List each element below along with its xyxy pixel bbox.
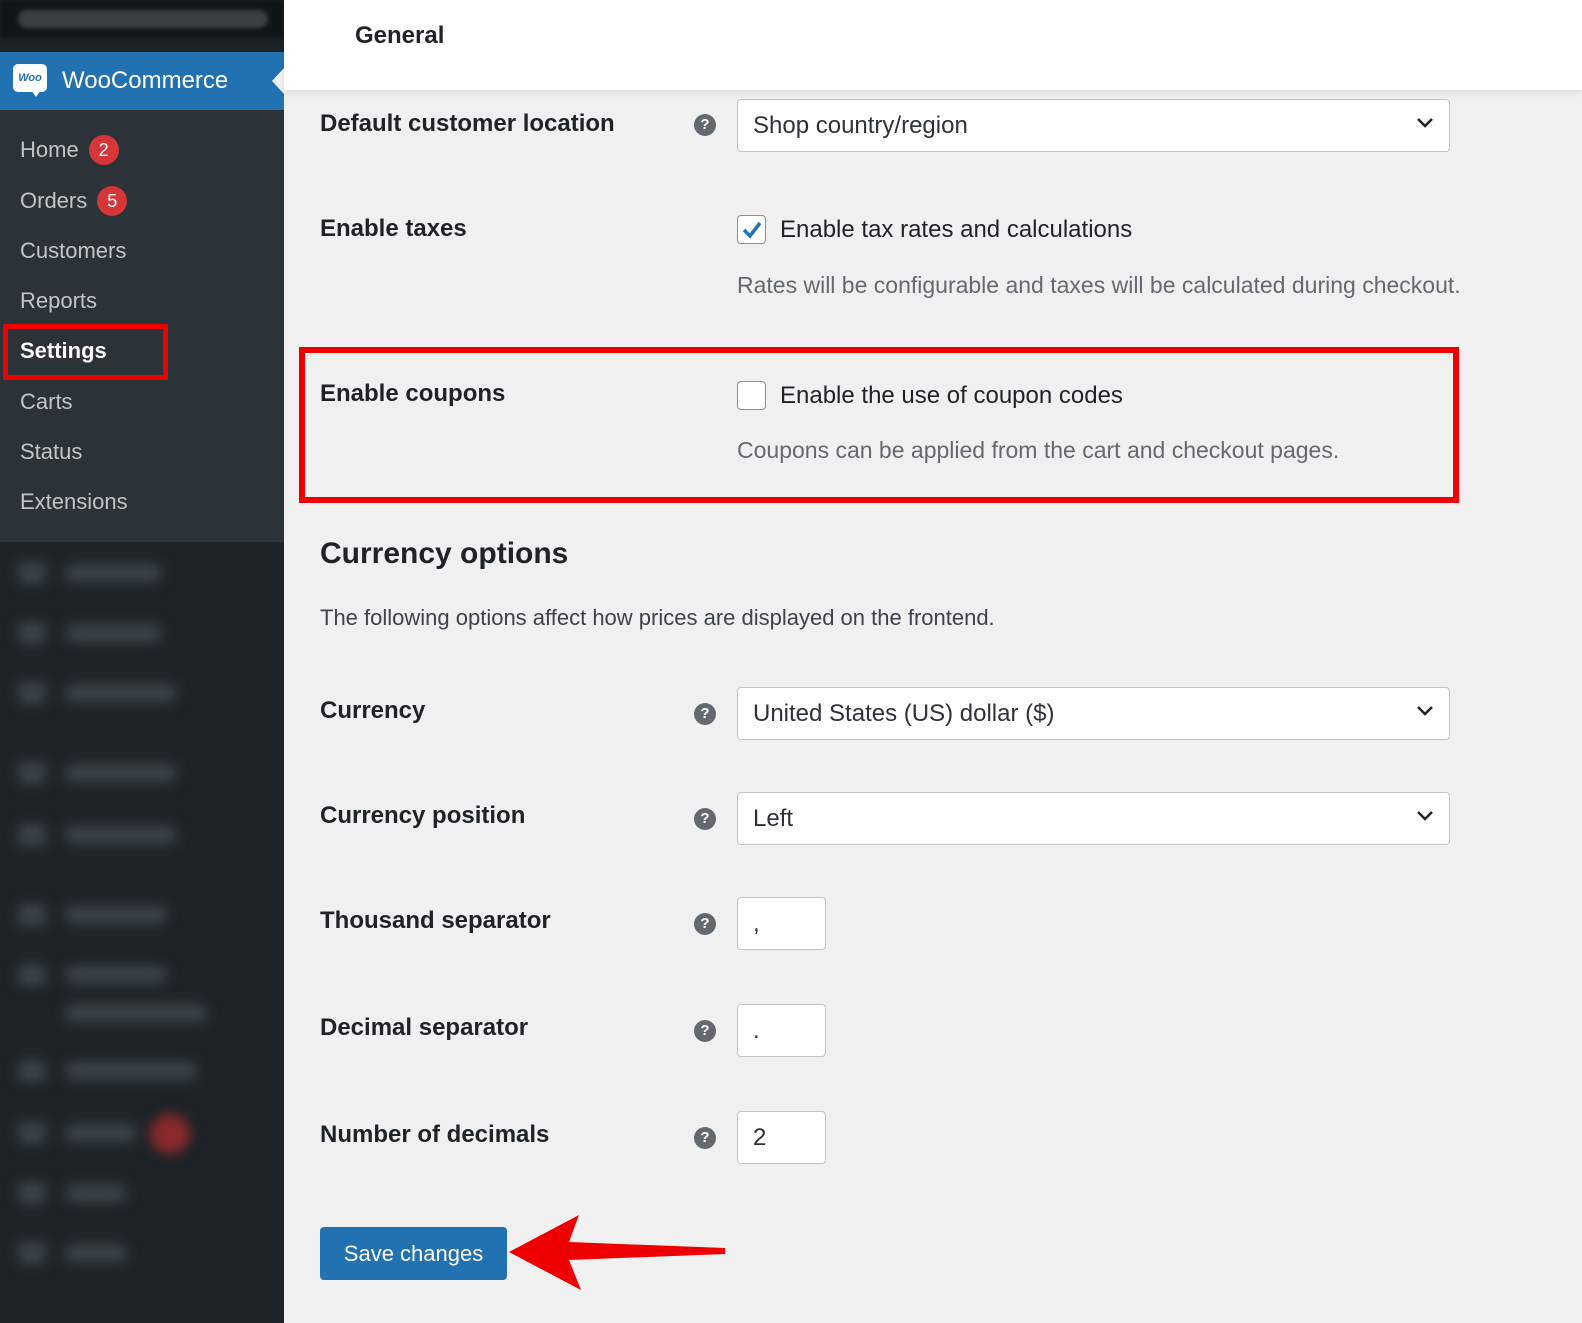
currency-label: Currency	[320, 697, 426, 724]
currency-options-description: The following options affect how prices …	[320, 605, 995, 630]
woocommerce-title: WooCommerce	[62, 67, 229, 94]
page-title: General	[355, 22, 445, 49]
help-icon[interactable]: ?	[694, 114, 716, 136]
currency-select[interactable]: United States (US) dollar ($)	[737, 687, 1450, 740]
help-icon[interactable]: ?	[694, 913, 716, 935]
thousand-separator-input[interactable]: ,	[737, 897, 826, 950]
sidebar-item-reports[interactable]: Reports	[20, 286, 97, 316]
sidebar-item-extensions[interactable]: Extensions	[20, 487, 128, 517]
currency-position-select[interactable]: Left	[737, 792, 1450, 845]
currency-position-value: Left	[753, 805, 794, 832]
settings-highlight-box	[3, 324, 168, 380]
help-icon[interactable]: ?	[694, 1127, 716, 1149]
save-changes-button[interactable]: Save changes	[320, 1227, 507, 1280]
decimal-separator-label: Decimal separator	[320, 1014, 529, 1041]
enable-coupons-checkbox[interactable]	[737, 381, 766, 410]
chevron-down-icon	[1417, 706, 1433, 716]
sidebar-item-customers[interactable]: Customers	[20, 236, 126, 266]
currency-position-label: Currency position	[320, 802, 526, 829]
current-menu-pointer-icon	[272, 68, 284, 94]
blurred-admin-menu	[0, 542, 284, 1323]
sidebar-item-status[interactable]: Status	[20, 437, 82, 467]
woo-logo-icon: Woo	[13, 64, 47, 97]
help-icon[interactable]: ?	[694, 703, 716, 725]
woocommerce-menu-header[interactable]: Woo WooCommerce	[0, 52, 284, 110]
admin-sidebar: Woo WooCommerce Home 2 Orders 5 Customers …	[0, 0, 284, 1323]
blurred-top-bar	[0, 0, 284, 38]
enable-coupons-label: Enable coupons	[320, 380, 506, 407]
coupons-highlight-box	[299, 347, 1459, 503]
currency-value: United States (US) dollar ($)	[753, 700, 1055, 727]
sidebar-item-orders[interactable]: Orders 5	[20, 186, 128, 216]
help-icon[interactable]: ?	[694, 808, 716, 830]
chevron-down-icon	[1417, 811, 1433, 821]
enable-taxes-description: Rates will be configurable and taxes wil…	[737, 272, 1461, 298]
decimal-separator-input[interactable]: .	[737, 1004, 826, 1057]
page-header: General	[284, 0, 1582, 90]
number-of-decimals-input[interactable]: 2	[737, 1111, 826, 1164]
default-location-label: Default customer location	[320, 110, 615, 137]
thousand-separator-label: Thousand separator	[320, 907, 551, 934]
home-count-badge: 2	[88, 135, 119, 165]
checkmark-icon	[742, 221, 762, 239]
red-arrow-annotation	[509, 1215, 725, 1290]
default-location-select[interactable]: Shop country/region	[737, 99, 1450, 152]
sidebar-item-home[interactable]: Home 2	[20, 135, 119, 165]
enable-taxes-checkbox[interactable]	[737, 215, 766, 244]
number-of-decimals-label: Number of decimals	[320, 1121, 550, 1148]
enable-taxes-label: Enable taxes	[320, 215, 467, 242]
enable-coupons-description: Coupons can be applied from the cart and…	[737, 437, 1340, 463]
enable-taxes-checkbox-label[interactable]: Enable tax rates and calculations	[780, 216, 1132, 244]
help-icon[interactable]: ?	[694, 1020, 716, 1042]
chevron-down-icon	[1417, 118, 1433, 128]
orders-count-badge: 5	[97, 186, 128, 216]
sidebar-item-carts[interactable]: Carts	[20, 387, 73, 417]
currency-options-heading: Currency options	[320, 537, 569, 570]
default-location-value: Shop country/region	[753, 112, 968, 139]
enable-coupons-checkbox-label[interactable]: Enable the use of coupon codes	[780, 382, 1123, 410]
